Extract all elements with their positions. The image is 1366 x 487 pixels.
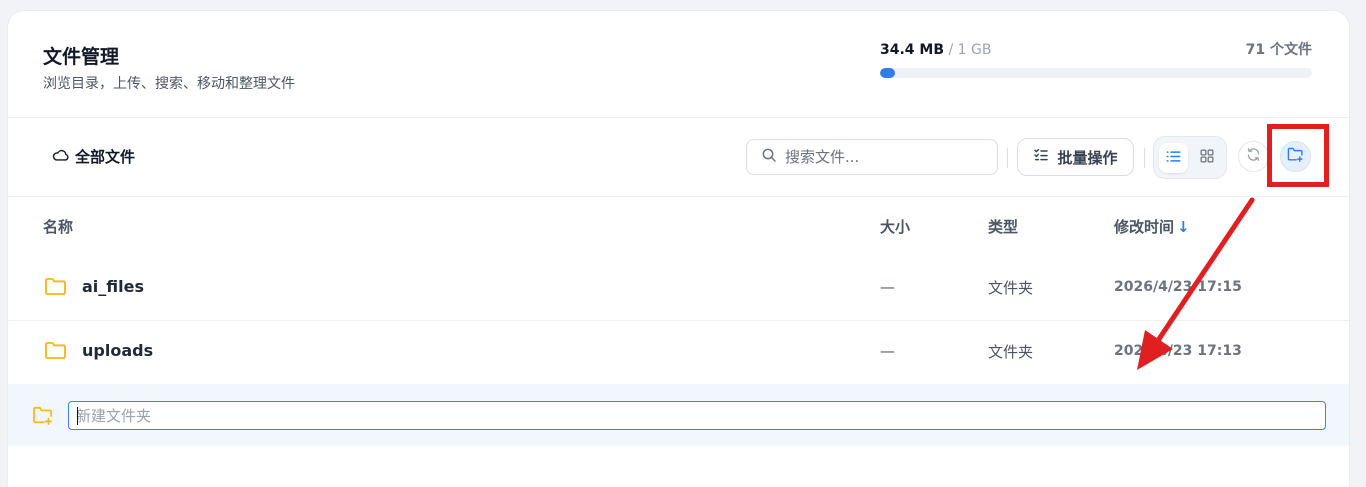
storage-used: 34.4 MB [880,42,945,58]
file-size: — [880,278,895,296]
file-count: 71 个文件 [1245,42,1312,58]
new-folder-row [8,384,1349,446]
file-name[interactable]: uploads [82,341,153,360]
column-header-modified[interactable]: 修改时间 ↓ [1114,216,1190,237]
refresh-icon [1246,147,1261,166]
toolbar-divider [8,196,1349,197]
file-manager-card: 文件管理 浏览目录，上传、搜索、移动和整理文件 34.4 MB / 1 GB 7… [8,11,1349,487]
checklist-icon [1033,147,1049,167]
search-input[interactable] [785,148,975,166]
folder-plus-icon [32,406,54,429]
list-view-icon [1166,148,1181,167]
annotation-highlight-box [1267,124,1329,187]
file-name[interactable]: ai_files [82,277,144,296]
column-header-size[interactable]: 大小 [880,216,910,237]
toolbar-separator [1144,148,1145,168]
list-view-button[interactable] [1159,142,1188,173]
table-row[interactable]: uploads — 文件夹 2026/4/23 17:13 [8,320,1349,384]
page-title: 文件管理 [43,46,120,68]
file-type: 文件夹 [988,343,1034,361]
storage-progress-fill [880,68,895,78]
file-modified-time: 2026/4/23 17:13 [1114,343,1242,359]
file-size: — [880,342,895,360]
grid-view-icon [1200,148,1214,167]
storage-usage: 34.4 MB / 1 GB 71 个文件 [880,39,1312,78]
column-header-name[interactable]: 名称 [43,216,73,237]
table-row[interactable]: ai_files — 文件夹 2026/4/23 17:15 [8,256,1349,320]
storage-progress-bar [880,68,1312,78]
toolbar-separator [1007,148,1008,168]
header-divider [8,117,1349,118]
file-type: 文件夹 [988,279,1034,297]
grid-view-button[interactable] [1192,143,1221,173]
text-cursor [77,407,78,425]
breadcrumb-root-label: 全部文件 [75,148,136,166]
search-box[interactable] [746,139,998,175]
new-folder-name-input[interactable] [68,401,1326,430]
search-icon [761,147,777,167]
batch-operations-button[interactable]: 批量操作 [1017,138,1134,176]
folder-icon [44,277,67,300]
page-subtitle: 浏览目录，上传、搜索、移动和整理文件 [43,76,295,92]
cloud-icon [52,148,69,166]
column-header-type[interactable]: 类型 [988,216,1018,237]
folder-icon [44,341,67,364]
storage-total: / 1 GB [944,42,992,58]
refresh-button[interactable] [1238,141,1269,172]
breadcrumb[interactable]: 全部文件 [52,146,135,167]
column-header-modified-label: 修改时间 [1114,218,1175,236]
view-mode-toggle [1153,136,1227,179]
file-modified-time: 2026/4/23 17:15 [1114,279,1242,295]
sort-descending-icon: ↓ [1177,218,1190,236]
batch-operations-label: 批量操作 [1057,148,1118,167]
